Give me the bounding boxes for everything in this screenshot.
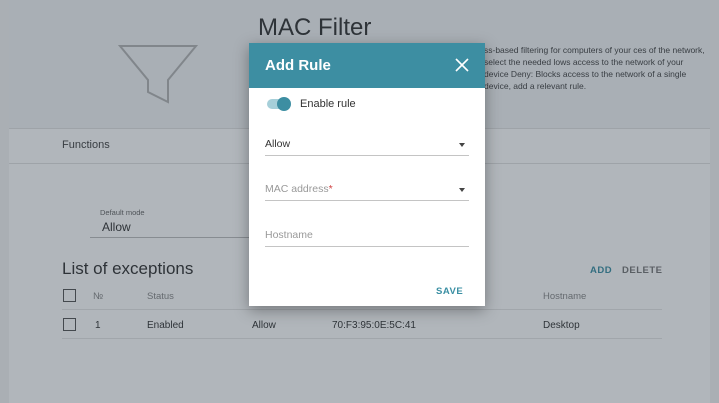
hostname-input[interactable]: Hostname: [265, 223, 469, 247]
add-rule-dialog: Add Rule Enable rule Allow MAC address* …: [249, 43, 485, 306]
enable-rule-label: Enable rule: [300, 98, 356, 110]
close-icon[interactable]: [451, 54, 473, 76]
toggle-knob: [277, 97, 291, 111]
save-button[interactable]: SAVE: [436, 286, 463, 297]
dialog-title: Add Rule: [265, 57, 331, 74]
mode-select[interactable]: Allow: [265, 132, 469, 156]
mac-address-select[interactable]: MAC address*: [265, 177, 469, 201]
dialog-header: Add Rule: [249, 43, 485, 88]
required-mark: *: [328, 183, 333, 195]
chevron-down-icon: [459, 188, 465, 192]
mode-select-value: Allow: [265, 138, 291, 150]
enable-rule-toggle[interactable]: [267, 97, 291, 111]
hostname-placeholder: Hostname: [265, 229, 313, 241]
chevron-down-icon: [459, 143, 465, 147]
mac-address-placeholder: MAC address*: [265, 183, 333, 195]
